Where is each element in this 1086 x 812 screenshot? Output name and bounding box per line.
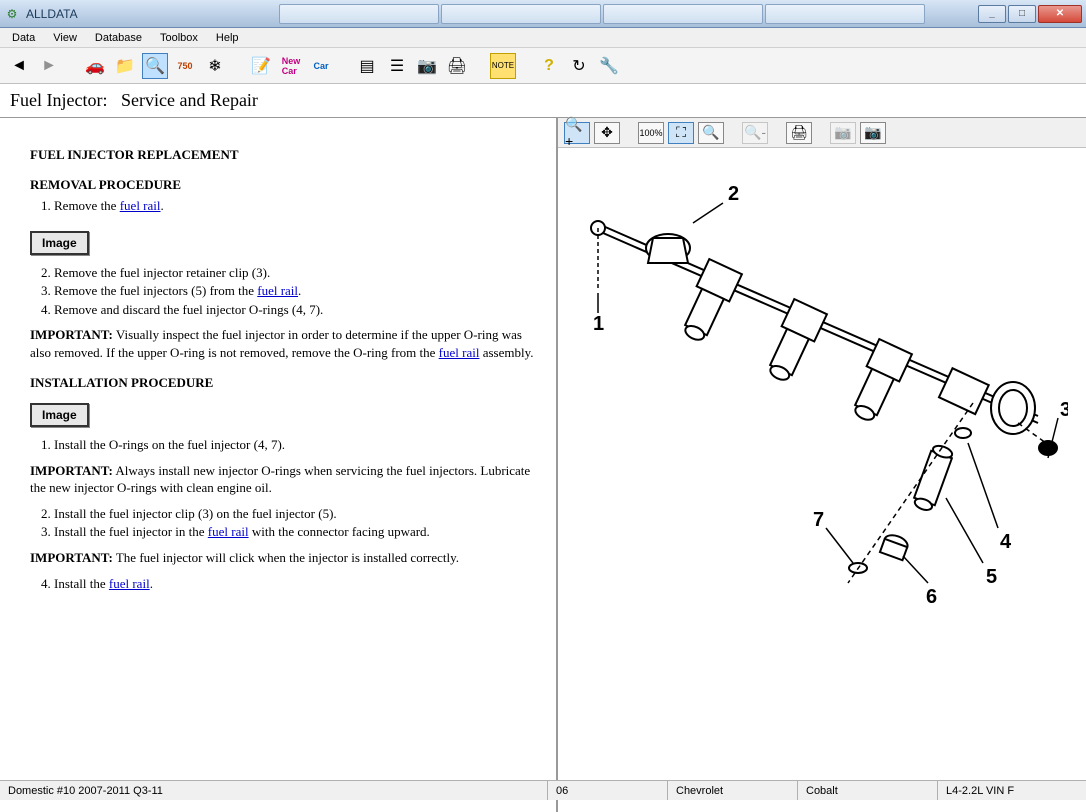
fit-window-icon[interactable]: ⛶	[668, 122, 694, 144]
diagram-label-5: 5	[986, 566, 997, 588]
link-fuel-rail[interactable]: fuel rail	[120, 198, 161, 213]
minimize-button[interactable]: _	[978, 5, 1006, 23]
vehicle-icon[interactable]: 🚗	[82, 53, 108, 79]
print-icon[interactable]: 🖨	[444, 53, 470, 79]
removal-step: Remove the fuel rail.	[54, 197, 538, 215]
new-car-icon[interactable]: NewCar	[278, 53, 304, 79]
page-title-suffix: Service and Repair	[121, 90, 258, 110]
window-titlebar: ⚙ ALLDATA _ □ ✕	[0, 0, 1086, 28]
maximize-button[interactable]: □	[1008, 5, 1036, 23]
install-step: Install the fuel injector clip (3) on th…	[54, 505, 538, 523]
diagram-label-3: 3	[1060, 399, 1068, 421]
ac-icon[interactable]: ❄	[202, 53, 228, 79]
diagram-viewport[interactable]: 1 2 3 4 5 6 7	[558, 148, 1086, 812]
bg-tab[interactable]	[279, 4, 439, 24]
camera-icon[interactable]: 📷	[414, 53, 440, 79]
diagram-label-4: 4	[1000, 531, 1012, 553]
list-icon[interactable]: ▤	[354, 53, 380, 79]
folder-icon[interactable]: 📁	[112, 53, 138, 79]
menu-toolbox[interactable]: Toolbox	[152, 30, 206, 46]
status-make: Chevrolet	[668, 781, 798, 800]
status-year: 06	[548, 781, 668, 800]
bg-tab[interactable]	[441, 4, 601, 24]
close-button[interactable]: ✕	[1038, 5, 1082, 23]
heading-installation: INSTALLATION PROCEDURE	[30, 374, 538, 392]
diagram-label-7: 7	[813, 509, 824, 531]
window-title: ALLDATA	[26, 7, 79, 21]
diagram-label-2: 2	[728, 183, 739, 205]
next-image-icon[interactable]: 📷	[860, 122, 886, 144]
diag-icon[interactable]: 🔧	[596, 53, 622, 79]
image-toolbar: 🔍+ ✥ 100% ⛶ 🔍 🔍- 🖨 📷 📷	[558, 118, 1086, 148]
zoom-out-icon: 🔍-	[742, 122, 768, 144]
menubar: Data View Database Toolbox Help	[0, 28, 1086, 48]
image-button[interactable]: Image	[30, 231, 89, 255]
install-step: Install the fuel rail.	[54, 575, 538, 593]
link-fuel-rail[interactable]: fuel rail	[257, 283, 298, 298]
print-image-icon[interactable]: 🖨	[786, 122, 812, 144]
image-button[interactable]: Image	[30, 403, 89, 427]
bg-tab[interactable]	[603, 4, 763, 24]
app-icon: ⚙	[4, 6, 20, 22]
background-tabs	[279, 4, 925, 24]
link-fuel-rail[interactable]: fuel rail	[208, 524, 249, 539]
install-step: Install the fuel injector in the fuel ra…	[54, 523, 538, 541]
important-note: IMPORTANT: Always install new injector O…	[30, 462, 538, 497]
notes-icon[interactable]: 📝	[248, 53, 274, 79]
back-button[interactable]: ◄	[6, 53, 32, 79]
code-icon[interactable]: 750	[172, 53, 198, 79]
menu-database[interactable]: Database	[87, 30, 150, 46]
pan-icon[interactable]: ✥	[594, 122, 620, 144]
status-model: Cobalt	[798, 781, 938, 800]
removal-step: Remove and discard the fuel injector O-r…	[54, 301, 538, 319]
status-database: Domestic #10 2007-2011 Q3-11	[0, 781, 548, 800]
important-note: IMPORTANT: The fuel injector will click …	[30, 549, 538, 567]
link-fuel-rail[interactable]: fuel rail	[439, 345, 480, 360]
zoom-in-icon[interactable]: 🔍+	[564, 122, 590, 144]
diagram-label-1: 1	[593, 313, 604, 335]
menu-data[interactable]: Data	[4, 30, 43, 46]
refresh-icon[interactable]: ↻	[566, 53, 592, 79]
zoom-100-icon[interactable]: 100%	[638, 122, 664, 144]
heading-replacement: FUEL INJECTOR REPLACEMENT	[30, 146, 538, 164]
install-step: Install the O-rings on the fuel injector…	[54, 436, 538, 454]
help-icon[interactable]: ?	[536, 53, 562, 79]
zoom-plus-icon[interactable]: 🔍	[698, 122, 724, 144]
statusbar: Domestic #10 2007-2011 Q3-11 06 Chevrole…	[0, 780, 1086, 800]
important-note: IMPORTANT: Visually inspect the fuel inj…	[30, 326, 538, 361]
fuel-injector-diagram: 1 2 3 4 5 6 7	[568, 168, 1068, 618]
bg-tab[interactable]	[765, 4, 925, 24]
page-title-prefix: Fuel Injector:	[10, 90, 107, 110]
index-icon[interactable]: ☰	[384, 53, 410, 79]
menu-help[interactable]: Help	[208, 30, 247, 46]
page-header: Fuel Injector: Service and Repair	[0, 84, 1086, 118]
main-toolbar: ◄ ► 🚗 📁 🔍 750 ❄ 📝 NewCar Car ▤ ☰ 📷 🖨 NOT…	[0, 48, 1086, 84]
car-icon[interactable]: Car	[308, 53, 334, 79]
search-icon[interactable]: 🔍	[142, 53, 168, 79]
diagram-label-6: 6	[926, 586, 937, 608]
forward-button[interactable]: ►	[36, 53, 62, 79]
link-fuel-rail[interactable]: fuel rail	[109, 576, 150, 591]
removal-step: Remove the fuel injector retainer clip (…	[54, 264, 538, 282]
note-sticky-icon[interactable]: NOTE	[490, 53, 516, 79]
content-pane[interactable]: FUEL INJECTOR REPLACEMENT REMOVAL PROCED…	[0, 118, 558, 812]
status-engine: L4-2.2L VIN F	[938, 781, 1086, 800]
image-pane: 🔍+ ✥ 100% ⛶ 🔍 🔍- 🖨 📷 📷	[558, 118, 1086, 812]
removal-step: Remove the fuel injectors (5) from the f…	[54, 282, 538, 300]
heading-removal: REMOVAL PROCEDURE	[30, 176, 538, 194]
prev-image-icon: 📷	[830, 122, 856, 144]
menu-view[interactable]: View	[45, 30, 85, 46]
